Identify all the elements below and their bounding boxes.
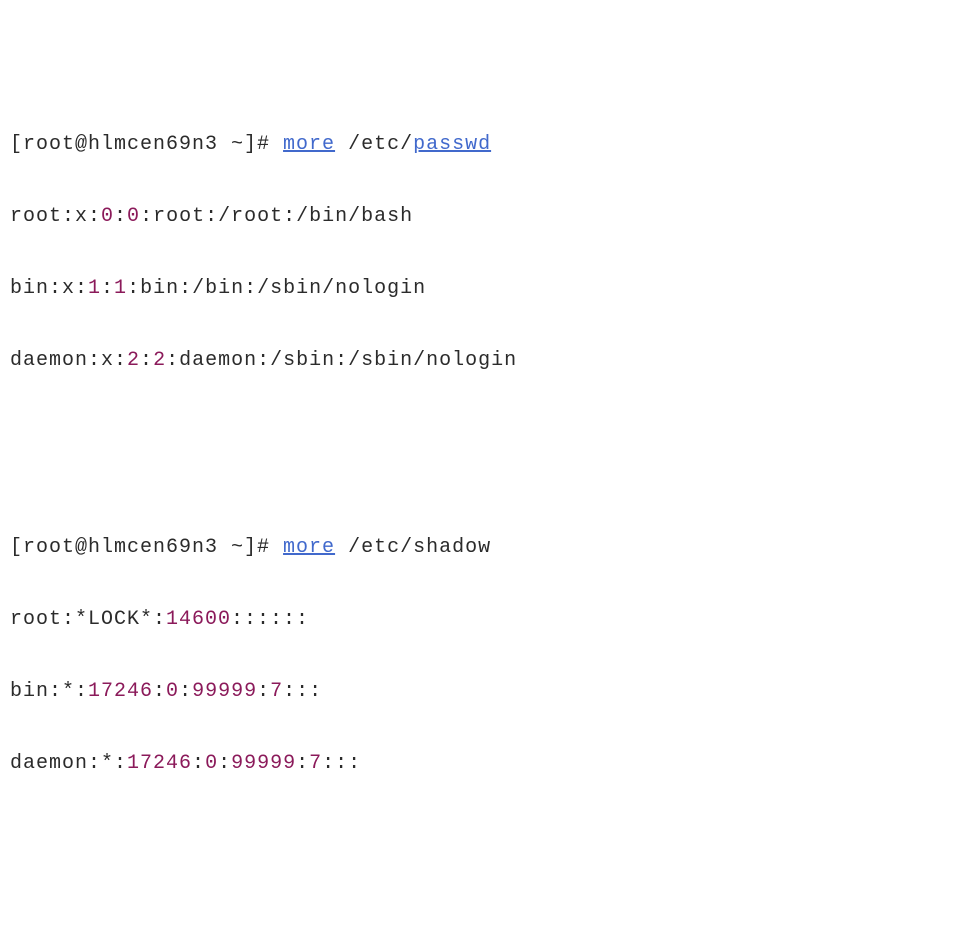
numeric-value: 2 bbox=[127, 349, 140, 372]
shadow-entry: root:*LOCK*:14600:::::: bbox=[10, 605, 962, 635]
numeric-value: 1 bbox=[114, 277, 127, 300]
prompt-prefix: [root@hlmcen69n3 ~]# bbox=[10, 133, 283, 156]
text-segment: daemon:*: bbox=[10, 752, 127, 775]
text-segment: : bbox=[296, 752, 309, 775]
shell-prompt-line: [root@hlmcen69n3 ~]# more /etc/shadow bbox=[10, 533, 962, 563]
shadow-entry: bin:*:17246:0:99999:7::: bbox=[10, 677, 962, 707]
command-arg-file: passwd bbox=[413, 133, 491, 156]
terminal-output: [root@hlmcen69n3 ~]# more /etc/passwd roo… bbox=[10, 130, 962, 779]
text-segment: :bin:/bin:/sbin/nologin bbox=[127, 277, 426, 300]
text-segment: :daemon:/sbin:/sbin/nologin bbox=[166, 349, 517, 372]
blank-gap bbox=[10, 418, 962, 533]
text-segment: : bbox=[179, 680, 192, 703]
numeric-value: 0 bbox=[166, 680, 179, 703]
text-segment: : bbox=[114, 205, 127, 228]
prompt-prefix: [root@hlmcen69n3 ~]# bbox=[10, 536, 283, 559]
numeric-value: 99999 bbox=[231, 752, 296, 775]
text-segment: : bbox=[101, 277, 114, 300]
numeric-value: 17246 bbox=[127, 752, 192, 775]
shell-prompt-line: [root@hlmcen69n3 ~]# more /etc/passwd bbox=[10, 130, 962, 160]
text-segment: daemon:x: bbox=[10, 349, 127, 372]
command-arg-path: /etc/shadow bbox=[335, 536, 491, 559]
command-arg-path: /etc/ bbox=[335, 133, 413, 156]
text-segment: bin:*: bbox=[10, 680, 88, 703]
numeric-value: 17246 bbox=[88, 680, 153, 703]
passwd-entry: bin:x:1:1:bin:/bin:/sbin/nologin bbox=[10, 274, 962, 304]
shadow-entry: daemon:*:17246:0:99999:7::: bbox=[10, 749, 962, 779]
numeric-value: 99999 bbox=[192, 680, 257, 703]
numeric-value: 1 bbox=[88, 277, 101, 300]
text-segment: : bbox=[257, 680, 270, 703]
numeric-value: 7 bbox=[270, 680, 283, 703]
text-segment: ::: bbox=[283, 680, 322, 703]
numeric-value: 0 bbox=[101, 205, 114, 228]
numeric-value: 0 bbox=[127, 205, 140, 228]
command-name: more bbox=[283, 536, 335, 559]
text-segment: : bbox=[153, 680, 166, 703]
text-segment: : bbox=[218, 752, 231, 775]
text-segment: bin:x: bbox=[10, 277, 88, 300]
numeric-value: 7 bbox=[309, 752, 322, 775]
numeric-value: 2 bbox=[153, 349, 166, 372]
numeric-value: 0 bbox=[205, 752, 218, 775]
passwd-entry: daemon:x:2:2:daemon:/sbin:/sbin/nologin bbox=[10, 346, 962, 376]
passwd-entry: root:x:0:0:root:/root:/bin/bash bbox=[10, 202, 962, 232]
text-segment: root:x: bbox=[10, 205, 101, 228]
text-segment: : bbox=[140, 349, 153, 372]
text-segment: ::: bbox=[322, 752, 361, 775]
text-segment: :root:/root:/bin/bash bbox=[140, 205, 413, 228]
command-name: more bbox=[283, 133, 335, 156]
text-segment: : bbox=[192, 752, 205, 775]
